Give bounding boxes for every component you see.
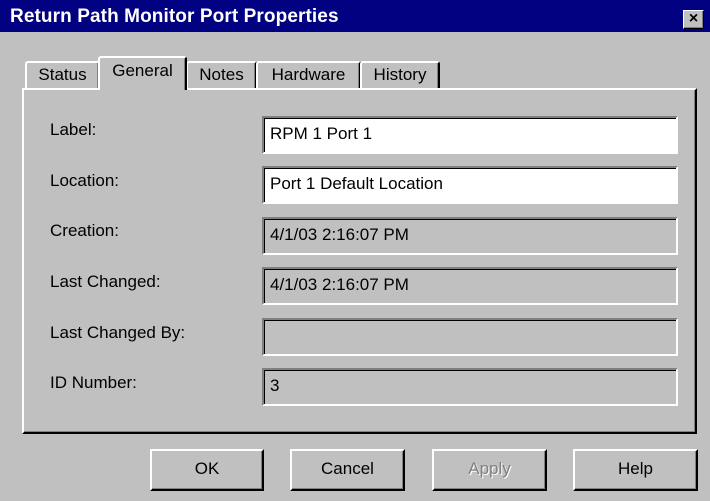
close-icon: × xyxy=(688,10,699,27)
ok-button[interactable]: OK xyxy=(150,449,264,491)
tab-hardware-label: Hardware xyxy=(271,65,346,84)
title-bar: Return Path Monitor Port Properties × xyxy=(0,0,710,32)
cancel-button-label: Cancel xyxy=(321,459,374,478)
window-title: Return Path Monitor Port Properties xyxy=(10,6,339,27)
apply-button[interactable]: Apply xyxy=(432,449,547,491)
tab-hardware[interactable]: Hardware xyxy=(256,61,361,88)
ok-button-label: OK xyxy=(194,459,220,478)
apply-button-label: Apply xyxy=(468,459,511,478)
help-button[interactable]: Help xyxy=(573,449,698,491)
tab-notes[interactable]: Notes xyxy=(186,61,257,88)
close-button[interactable]: × xyxy=(683,10,704,29)
help-button-label: Help xyxy=(618,459,653,478)
tab-history-label: History xyxy=(373,65,427,84)
tab-history[interactable]: History xyxy=(360,61,440,88)
tab-notes-label: Notes xyxy=(199,65,244,84)
tab-status[interactable]: Status xyxy=(25,61,100,88)
tab-general-label: General xyxy=(112,61,173,80)
general-tab-panel xyxy=(22,88,697,434)
cancel-button[interactable]: Cancel xyxy=(290,449,405,491)
tab-status-label: Status xyxy=(38,65,87,84)
tab-general[interactable]: General xyxy=(98,56,187,90)
